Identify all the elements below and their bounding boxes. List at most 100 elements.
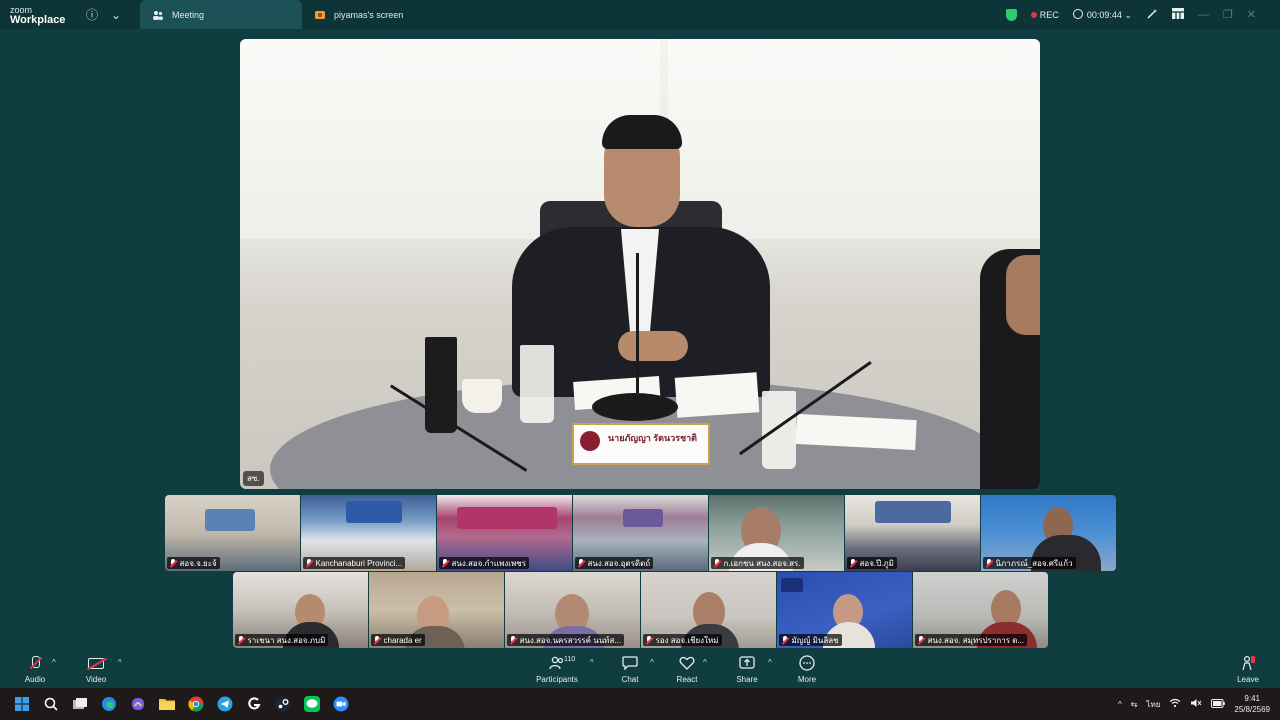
drink-cup-left (520, 345, 554, 423)
muted-mic-icon (917, 635, 925, 645)
video-options-caret-icon[interactable]: ^ (118, 658, 122, 667)
tab-piyamas-screen[interactable]: piyamas's screen (302, 0, 415, 29)
participant-tile[interactable]: สนง.สอจ.กำแพงเพชร (436, 495, 572, 571)
telegram-icon[interactable] (210, 688, 239, 720)
participant-tile[interactable]: ราเชนา สนง.สอจ.ภบมิ (232, 572, 368, 648)
maximize-icon[interactable]: ❐ (1223, 8, 1233, 21)
magic-wand-icon[interactable] (1146, 8, 1158, 22)
participant-count: 110 (564, 656, 576, 663)
participant-name-tag: ราเชนา สนง.สอจ.ภบมิ (234, 634, 329, 646)
tray-overflow-icon[interactable]: ^ (1118, 700, 1122, 709)
government-seal-icon (580, 431, 600, 451)
participant-tile[interactable]: สนง.สอจ.นครสวรรค์ นนท์ส... (504, 572, 640, 648)
chat-options-caret-icon[interactable]: ^ (650, 658, 654, 667)
view-layout-icon[interactable] (1171, 8, 1184, 21)
participant-name: สนง.สอจ.กำแพงเพชร (451, 558, 526, 568)
muted-mic-icon (985, 558, 993, 568)
taskbar-clock[interactable]: 9:41 25/8/2569 (1234, 693, 1270, 715)
participant-name: charada er (383, 635, 422, 645)
participant-tile[interactable]: รอง สอจ.เชียงใหม่ (640, 572, 776, 648)
microphone-base (592, 393, 678, 421)
task-view-icon[interactable] (65, 688, 94, 720)
documents-far-right (795, 413, 917, 451)
minimize-icon[interactable]: — (1198, 9, 1209, 21)
leave-button[interactable]: Leave (1218, 654, 1278, 684)
participants-button[interactable]: 110 Participants (527, 654, 587, 684)
video-button[interactable]: Video (66, 654, 126, 684)
participant-tile[interactable]: ก.เอกชน สนง.สอจ.สร. (708, 495, 844, 571)
react-button[interactable]: React (657, 654, 717, 684)
tab-meeting-label: Meeting (172, 9, 205, 20)
chevron-down-icon[interactable]: ⌄ (104, 0, 128, 29)
zoom-taskbar-icon[interactable] (326, 688, 355, 720)
muted-mic-icon (577, 558, 585, 568)
speaker-hands (618, 331, 688, 361)
active-speaker-video[interactable]: นายภัญญา รัตนวรชาติ สซ. (240, 39, 1040, 489)
participant-name-tag: Kanchanaburi Provinci... (302, 557, 406, 569)
language-indicator[interactable]: ไทย (1146, 698, 1160, 711)
participant-name-tag: สอจ.ปี.ภูมิ (846, 557, 897, 569)
video-label: Video (85, 675, 107, 684)
muted-mic-icon (645, 635, 653, 645)
edge-icon[interactable] (94, 688, 123, 720)
participant-tile[interactable]: สนง.สอจ.อุตรดิตถ์ (572, 495, 708, 571)
meeting-icon (152, 9, 164, 21)
close-window-icon[interactable]: ✕ (1247, 8, 1256, 21)
participant-tile[interactable]: Kanchanaburi Provinci... (300, 495, 436, 571)
windows-start-icon[interactable] (7, 688, 36, 720)
participant-tile[interactable]: สอจ.จ.ยะจ้ (164, 495, 300, 571)
meeting-controls: Audio ^ Video ^ 110 Participants ^ Chat … (0, 650, 1280, 688)
room-screen (622, 509, 663, 527)
recording-indicator[interactable]: REC (1030, 10, 1059, 20)
microphone-stand (636, 253, 639, 393)
clock-icon (1072, 8, 1083, 19)
steam-icon[interactable] (268, 688, 297, 720)
nameplate-text: นายภัญญา รัตนวรชาติ (608, 433, 698, 443)
share-screen-icon (739, 654, 755, 672)
line-icon[interactable] (297, 688, 326, 720)
volume-muted-icon[interactable] (1190, 698, 1202, 710)
more-button[interactable]: More (777, 654, 837, 684)
participant-row-2: ราเชนา สนง.สอจ.ภบมิ charada er สนง.สอจ.น… (0, 572, 1280, 648)
wifi-icon[interactable] (1169, 698, 1181, 710)
new-zealand-flag-icon (780, 578, 803, 592)
participant-name-tag: นิภาภรณ์_สอจ.ศรีแก้ว (982, 557, 1076, 569)
file-explorer-icon[interactable] (152, 688, 181, 720)
search-icon[interactable] (36, 688, 65, 720)
share-options-caret-icon[interactable]: ^ (768, 658, 772, 667)
system-tray: ^ ⇆ ไทย 9:41 25/8/2569 (1118, 688, 1270, 720)
participant-name-tag: สนง.สอจ.อุตรดิตถ์ (574, 557, 654, 569)
screen-share-icon (314, 9, 326, 21)
participants-options-caret-icon[interactable]: ^ (590, 658, 594, 667)
react-options-caret-icon[interactable]: ^ (703, 658, 707, 667)
info-icon[interactable]: ⓘ (80, 0, 104, 29)
tab-screen-label: piyamas's screen (334, 9, 404, 20)
network-activity-icon[interactable]: ⇆ (1131, 700, 1138, 709)
audio-options-caret-icon[interactable]: ^ (52, 658, 56, 667)
chrome-icon[interactable] (181, 688, 210, 720)
tab-meeting[interactable]: Meeting (140, 0, 302, 29)
participant-tile[interactable]: สนง.สอจ. สมุทรปราการ ด... (912, 572, 1048, 648)
more-label: More (797, 675, 817, 684)
muted-mic-icon (781, 635, 789, 645)
participant-name: รอง สอจ.เชียงใหม่ (655, 635, 719, 645)
encryption-shield-icon[interactable] (1005, 8, 1017, 21)
more-options-icon (799, 654, 815, 672)
audio-button[interactable]: Audio (5, 654, 65, 684)
leave-icon (1240, 654, 1256, 672)
participants-icon (549, 654, 565, 672)
copilot-icon[interactable] (123, 688, 152, 720)
leave-label: Leave (1237, 675, 1259, 684)
app-g-icon[interactable] (239, 688, 268, 720)
participant-name: สนง.สอจ.นครสวรรค์ นนท์ส... (519, 635, 622, 645)
meeting-timer[interactable]: 00:09:44 ⌄ (1072, 8, 1132, 21)
participant-tile[interactable]: นิภาภรณ์_สอจ.ศรีแก้ว (980, 495, 1116, 571)
participant-name-tag: สอจ.จ.ยะจ้ (166, 557, 220, 569)
room-screen (874, 501, 951, 523)
participant-tile[interactable]: สอจ.ปี.ภูมิ (844, 495, 980, 571)
participant-name: ราเชนา สนง.สอจ.ภบมิ (247, 635, 326, 645)
participant-tile[interactable]: charada er (368, 572, 504, 648)
participant-tile[interactable]: มัญญ์ มินลิลช (776, 572, 912, 648)
battery-icon[interactable] (1211, 698, 1226, 710)
room-screen (204, 509, 255, 531)
